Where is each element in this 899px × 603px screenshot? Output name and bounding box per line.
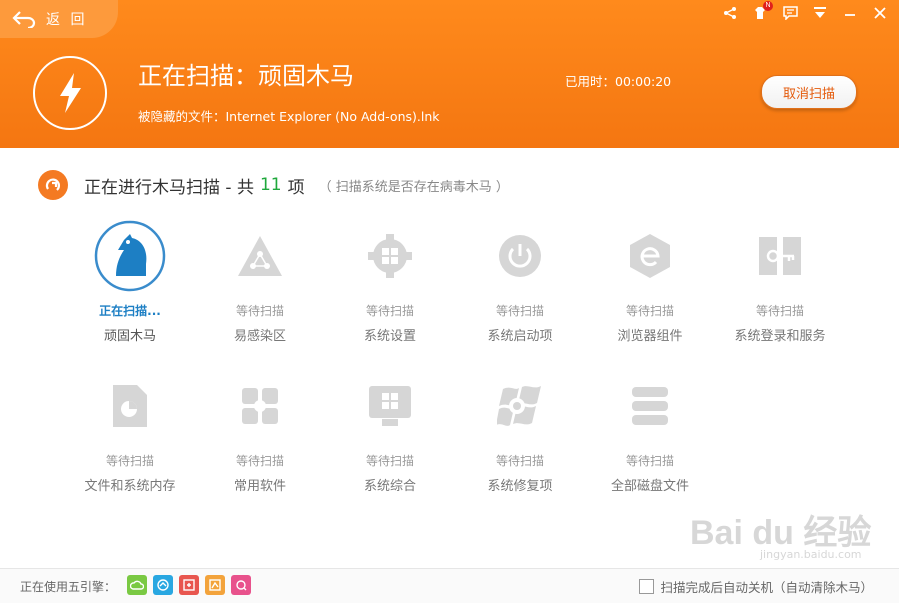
scan-label: 顽固木马 — [103, 329, 156, 344]
windows-repair-icon — [455, 370, 585, 442]
close-icon[interactable] — [871, 4, 889, 22]
scan-item: 等待扫描 常用软件 — [195, 370, 325, 494]
scan-label: 浏览器组件 — [617, 329, 683, 344]
auto-shutdown-option[interactable]: 扫描完成后自动关机（自动清除木马） — [639, 577, 873, 596]
lightning-icon — [33, 56, 107, 130]
scan-item: 等待扫描 易感染区 — [195, 220, 325, 344]
scan-label: 系统登录和服务 — [734, 329, 826, 344]
scan-item: 等待扫描 系统登录和服务 — [715, 220, 845, 344]
scan-title: 正在扫描：顽固木马 — [138, 62, 354, 90]
baidu-watermark: Bai du 经验 — [690, 505, 871, 554]
feedback-icon[interactable] — [781, 4, 799, 22]
horse-icon — [65, 220, 195, 292]
menu-icon[interactable] — [811, 4, 829, 22]
avira-engine-icon[interactable] — [231, 575, 251, 595]
scan-label: 系统启动项 — [487, 329, 553, 344]
minimize-icon[interactable] — [841, 4, 859, 22]
bitdefender-engine-icon[interactable] — [205, 575, 225, 595]
watermark-text: Bai du 经验 — [690, 514, 872, 552]
ie-browser-icon — [585, 220, 715, 292]
scan-item: 等待扫描 文件和系统内存 — [65, 370, 195, 494]
scan-item: 等待扫描 全部磁盘文件 — [585, 370, 715, 494]
back-label: 返 回 — [46, 12, 88, 28]
engine-list — [127, 575, 251, 595]
file-memory-icon — [65, 370, 195, 442]
scan-item: 等待扫描 系统启动项 — [455, 220, 585, 344]
scan-item: 等待扫描 浏览器组件 — [585, 220, 715, 344]
status-footer: 正在使用五引擎： 扫描完成后自动关机（自动清除木马） — [0, 568, 899, 603]
scan-status: 等待扫描 — [365, 454, 414, 468]
scan-status: 等待扫描 — [495, 454, 544, 468]
scan-label: 文件和系统内存 — [84, 479, 176, 494]
scan-status: 等待扫描 — [625, 304, 674, 318]
arrow-refresh-icon — [38, 170, 68, 200]
disk-stack-icon — [585, 370, 715, 442]
windows-monitor-icon — [325, 370, 455, 442]
scan-status: 正在扫描... — [99, 304, 161, 318]
scan-item: 等待扫描 系统设置 — [325, 220, 455, 344]
section-title-suffix: 项 — [287, 177, 305, 198]
scan-item: 正在扫描... 顽固木马 — [65, 220, 195, 344]
section-heading: 正在进行木马扫描 - 共 11 项 （ 扫描系统是否存在病毒木马 ） — [38, 170, 509, 200]
scan-status: 等待扫描 — [495, 304, 544, 318]
scan-status: 等待扫描 — [625, 454, 674, 468]
scan-status: 等待扫描 — [365, 304, 414, 318]
section-title-prefix: 正在进行木马扫描 - 共 — [84, 177, 254, 198]
power-icon — [455, 220, 585, 292]
scan-count: 11 — [259, 175, 282, 195]
scan-status: 等待扫描 — [755, 304, 804, 318]
elapsed-time: 已用时：00:00:20 — [565, 74, 672, 89]
cancel-scan-button[interactable]: 取消扫描 — [761, 75, 857, 109]
current-file: 被隐藏的文件：Internet Explorer (No Add-ons).ln… — [138, 109, 440, 124]
triangle-network-icon — [195, 220, 325, 292]
window-controls: N — [721, 1, 889, 22]
back-arrow-icon — [12, 11, 36, 28]
login-key-icon — [715, 220, 845, 292]
scan-label: 系统设置 — [363, 329, 416, 344]
scan-item: 等待扫描 系统综合 — [325, 370, 455, 494]
scan-label: 系统综合 — [363, 479, 416, 494]
watermark-url: jingyan.baidu.com — [760, 548, 862, 561]
engine-label: 正在使用五引擎： — [20, 580, 117, 594]
skin-icon[interactable]: N — [751, 1, 773, 22]
windows-gear-icon — [325, 220, 455, 292]
scan-status: 等待扫描 — [235, 454, 284, 468]
scan-status: 等待扫描 — [235, 304, 284, 318]
share-icon[interactable] — [721, 4, 739, 22]
scan-label: 系统修复项 — [487, 479, 553, 494]
qvm-engine-icon[interactable] — [153, 575, 173, 595]
system-repair-engine-icon[interactable] — [179, 575, 199, 595]
scan-header: 返 回 N 正在扫描：顽固木马 被隐藏的文件：Internet Explorer… — [0, 0, 899, 148]
notification-badge: N — [763, 1, 773, 11]
scan-status: 等待扫描 — [105, 454, 154, 468]
back-button[interactable]: 返 回 — [0, 0, 118, 38]
auto-shutdown-checkbox[interactable] — [639, 579, 655, 594]
cloud-engine-icon[interactable] — [127, 575, 147, 595]
scan-item: 等待扫描 系统修复项 — [455, 370, 585, 494]
scan-label: 常用软件 — [233, 479, 286, 494]
scan-label: 全部磁盘文件 — [610, 479, 689, 494]
section-note: （ 扫描系统是否存在病毒木马 ） — [318, 179, 509, 195]
scan-label: 易感染区 — [233, 329, 286, 344]
software-grid-icon — [195, 370, 325, 442]
auto-shutdown-label: 扫描完成后自动关机（自动清除木马） — [660, 580, 873, 595]
